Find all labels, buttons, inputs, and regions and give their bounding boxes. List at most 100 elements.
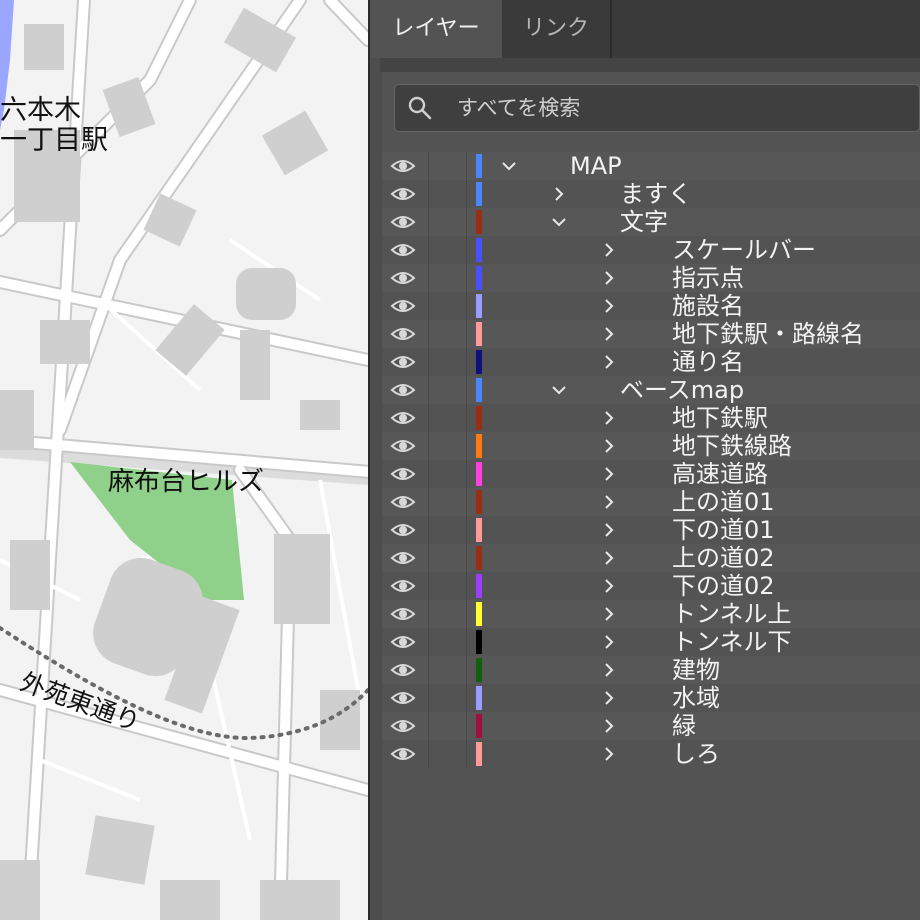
eye-icon[interactable] bbox=[390, 268, 416, 288]
eye-icon[interactable] bbox=[390, 240, 416, 260]
layer-row[interactable]: 建物 bbox=[382, 656, 920, 684]
layer-color-swatch bbox=[476, 630, 482, 654]
layer-color-swatch bbox=[476, 322, 482, 346]
chevron-right-icon[interactable] bbox=[600, 745, 618, 763]
chevron-right-icon[interactable] bbox=[600, 577, 618, 595]
column-divider bbox=[466, 544, 467, 572]
column-divider bbox=[428, 516, 429, 544]
layer-row[interactable]: 水域 bbox=[382, 684, 920, 712]
column-divider bbox=[466, 264, 467, 292]
layer-row[interactable]: 地下鉄駅 bbox=[382, 404, 920, 432]
eye-icon[interactable] bbox=[390, 352, 416, 372]
search-placeholder: すべてを検索 bbox=[457, 96, 581, 120]
column-divider bbox=[428, 208, 429, 236]
chevron-right-icon[interactable] bbox=[600, 465, 618, 483]
chevron-right-icon[interactable] bbox=[600, 633, 618, 651]
layer-row[interactable]: 地下鉄線路 bbox=[382, 432, 920, 460]
chevron-right-icon[interactable] bbox=[550, 185, 568, 203]
eye-icon[interactable] bbox=[390, 520, 416, 540]
layer-name: 通り名 bbox=[672, 348, 744, 376]
column-divider bbox=[428, 432, 429, 460]
layer-row[interactable]: MAP bbox=[382, 152, 920, 180]
eye-icon[interactable] bbox=[390, 156, 416, 176]
column-divider bbox=[428, 656, 429, 684]
eye-icon[interactable] bbox=[390, 296, 416, 316]
layer-row[interactable]: しろ bbox=[382, 740, 920, 768]
eye-icon[interactable] bbox=[390, 660, 416, 680]
column-divider bbox=[466, 376, 467, 404]
layer-row[interactable]: 高速道路 bbox=[382, 460, 920, 488]
eye-icon[interactable] bbox=[390, 212, 416, 232]
layer-row[interactable]: 施設名 bbox=[382, 292, 920, 320]
eye-icon[interactable] bbox=[390, 464, 416, 484]
column-divider bbox=[428, 544, 429, 572]
eye-icon[interactable] bbox=[390, 688, 416, 708]
eye-icon[interactable] bbox=[390, 380, 416, 400]
chevron-right-icon[interactable] bbox=[600, 325, 618, 343]
column-divider bbox=[466, 600, 467, 628]
layer-name: トンネル上 bbox=[672, 600, 792, 628]
eye-icon[interactable] bbox=[390, 408, 416, 428]
chevron-right-icon[interactable] bbox=[600, 549, 618, 567]
column-divider bbox=[466, 684, 467, 712]
layer-row[interactable]: 下の道02 bbox=[382, 572, 920, 600]
layer-name: トンネル下 bbox=[672, 628, 792, 656]
layer-name: 上の道02 bbox=[672, 544, 775, 572]
chevron-down-icon[interactable] bbox=[550, 213, 568, 231]
eye-icon[interactable] bbox=[390, 604, 416, 624]
layer-row[interactable]: 文字 bbox=[382, 208, 920, 236]
column-divider bbox=[428, 320, 429, 348]
tab-links[interactable]: リンク bbox=[502, 0, 612, 58]
chevron-right-icon[interactable] bbox=[600, 269, 618, 287]
layer-row[interactable]: トンネル上 bbox=[382, 600, 920, 628]
layer-color-swatch bbox=[476, 546, 482, 570]
eye-icon[interactable] bbox=[390, 324, 416, 344]
chevron-right-icon[interactable] bbox=[600, 297, 618, 315]
layer-row[interactable]: 通り名 bbox=[382, 348, 920, 376]
eye-icon[interactable] bbox=[390, 632, 416, 652]
layer-row[interactable]: ますく bbox=[382, 180, 920, 208]
chevron-right-icon[interactable] bbox=[600, 605, 618, 623]
tab-layers[interactable]: レイヤー bbox=[370, 0, 502, 58]
column-divider bbox=[466, 460, 467, 488]
layer-color-swatch bbox=[476, 406, 482, 430]
column-divider bbox=[466, 488, 467, 516]
eye-icon[interactable] bbox=[390, 436, 416, 456]
layer-row[interactable]: トンネル下 bbox=[382, 628, 920, 656]
eye-icon[interactable] bbox=[390, 492, 416, 512]
layer-row[interactable]: 指示点 bbox=[382, 264, 920, 292]
layer-name: ますく bbox=[620, 180, 692, 208]
eye-icon[interactable] bbox=[390, 548, 416, 568]
chevron-right-icon[interactable] bbox=[600, 353, 618, 371]
chevron-right-icon[interactable] bbox=[600, 521, 618, 539]
column-divider bbox=[466, 404, 467, 432]
chevron-down-icon[interactable] bbox=[500, 157, 518, 175]
layer-row[interactable]: 緑 bbox=[382, 712, 920, 740]
layer-color-swatch bbox=[476, 686, 482, 710]
map-canvas[interactable]: 六本木 一丁目駅 麻布台ヒルズ 外苑東通り bbox=[0, 0, 368, 920]
chevron-right-icon[interactable] bbox=[600, 661, 618, 679]
chevron-down-icon[interactable] bbox=[550, 381, 568, 399]
chevron-right-icon[interactable] bbox=[600, 241, 618, 259]
layer-name: 下の道02 bbox=[672, 572, 775, 600]
layer-row[interactable]: ベースmap bbox=[382, 376, 920, 404]
chevron-right-icon[interactable] bbox=[600, 437, 618, 455]
chevron-right-icon[interactable] bbox=[600, 717, 618, 735]
chevron-right-icon[interactable] bbox=[600, 409, 618, 427]
column-divider bbox=[428, 348, 429, 376]
eye-icon[interactable] bbox=[390, 184, 416, 204]
layer-row[interactable]: 下の道01 bbox=[382, 516, 920, 544]
layer-color-swatch bbox=[476, 742, 482, 766]
search-icon bbox=[408, 96, 432, 120]
chevron-right-icon[interactable] bbox=[600, 689, 618, 707]
layer-row[interactable]: 地下鉄駅・路線名 bbox=[382, 320, 920, 348]
eye-icon[interactable] bbox=[390, 744, 416, 764]
eye-icon[interactable] bbox=[390, 716, 416, 736]
chevron-right-icon[interactable] bbox=[600, 493, 618, 511]
search-field[interactable]: すべてを検索 bbox=[394, 84, 920, 132]
eye-icon[interactable] bbox=[390, 576, 416, 596]
layer-row[interactable]: 上の道01 bbox=[382, 488, 920, 516]
layer-row[interactable]: スケールバー bbox=[382, 236, 920, 264]
panel-toolbar-strip bbox=[380, 58, 920, 72]
layer-row[interactable]: 上の道02 bbox=[382, 544, 920, 572]
